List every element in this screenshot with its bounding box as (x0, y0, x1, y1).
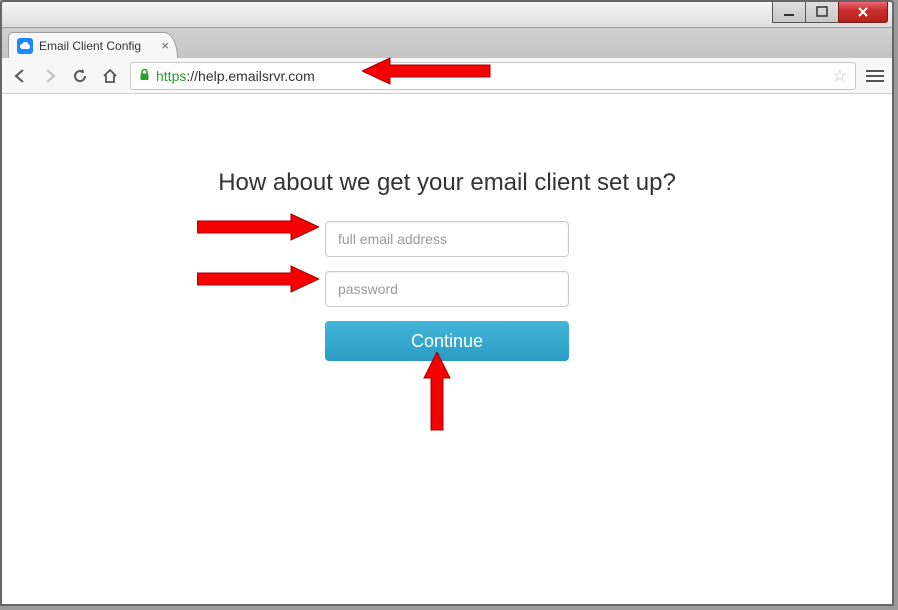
bookmark-star-icon[interactable]: ☆ (833, 66, 847, 86)
close-button[interactable] (838, 2, 888, 23)
address-bar[interactable]: https://help.emailsrvr.com ☆ (130, 62, 856, 90)
home-button[interactable] (100, 66, 120, 86)
cloud-icon (17, 38, 33, 54)
url-scheme: https (156, 68, 186, 84)
email-field[interactable] (325, 221, 569, 257)
tab-title: Email Client Config (39, 39, 141, 53)
minimize-button[interactable] (772, 2, 806, 23)
tab-strip: Email Client Config × (2, 28, 892, 58)
window-controls (773, 2, 888, 22)
annotation-arrow-password (197, 264, 319, 294)
password-field[interactable] (325, 271, 569, 307)
annotation-arrow-email (197, 212, 319, 242)
setup-form: Continue (325, 221, 569, 361)
url-text: https://help.emailsrvr.com (156, 68, 315, 84)
browser-tab[interactable]: Email Client Config × (8, 32, 178, 58)
forward-button[interactable] (40, 66, 60, 86)
annotation-arrow-continue (422, 352, 452, 432)
url-rest: ://help.emailsrvr.com (186, 68, 314, 84)
annotation-arrow-url (362, 56, 492, 86)
window-frame: Email Client Config × https://help.email… (0, 0, 894, 606)
lock-icon (139, 68, 150, 84)
window-titlebar (2, 2, 892, 28)
page-content: How about we get your email client set u… (2, 94, 892, 604)
reload-button[interactable] (70, 66, 90, 86)
tab-close-icon[interactable]: × (161, 39, 169, 52)
menu-button[interactable] (866, 70, 884, 82)
page-heading: How about we get your email client set u… (2, 169, 892, 197)
back-button[interactable] (10, 66, 30, 86)
maximize-button[interactable] (805, 2, 839, 23)
